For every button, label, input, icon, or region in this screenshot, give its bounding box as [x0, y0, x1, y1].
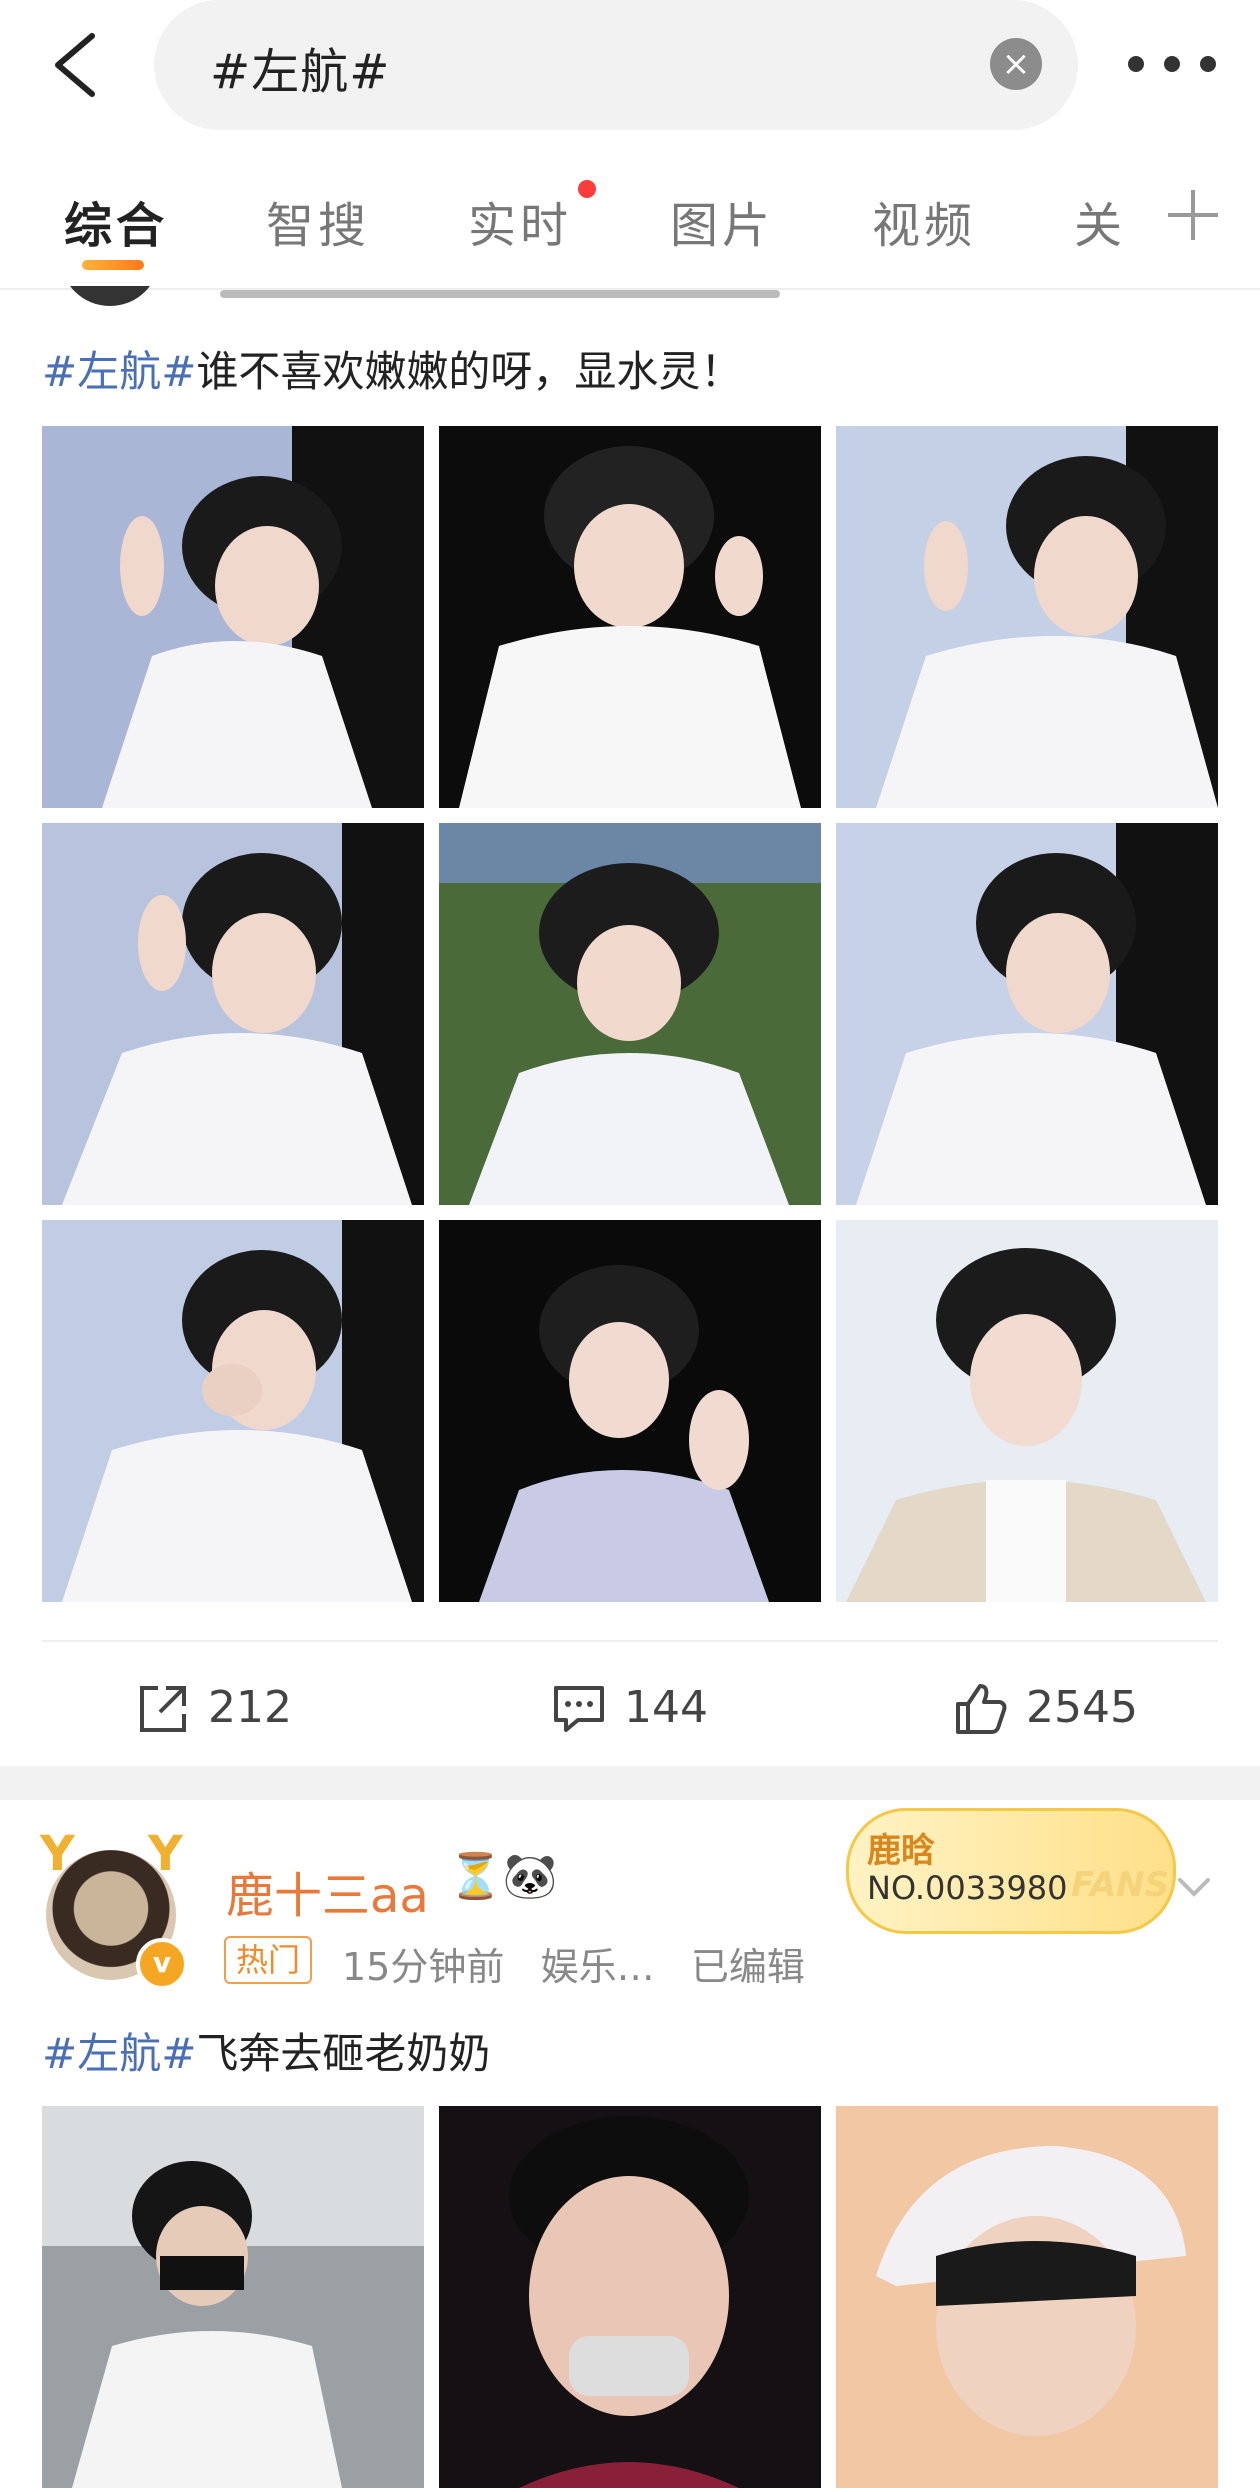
comment-button[interactable]: 144	[552, 1656, 772, 1756]
comment-count: 144	[624, 1682, 708, 1733]
tab-realtime[interactable]: 实时	[468, 186, 572, 256]
clear-icon[interactable]: ×	[990, 38, 1042, 90]
photo-thumbnail[interactable]	[836, 1220, 1218, 1602]
repost-count: 212	[208, 1682, 292, 1733]
fans-badge-number: NO.0033980	[867, 1869, 1068, 1907]
tab-active-indicator	[82, 260, 144, 270]
photo-thumbnail[interactable]	[439, 1220, 821, 1602]
add-tab-icon[interactable]	[1168, 190, 1218, 240]
hashtag-link[interactable]: #左航#	[42, 2029, 196, 2078]
edited-label: 已编辑	[690, 1945, 805, 1989]
like-count: 2545	[1026, 1682, 1138, 1733]
username-emojis: ⏳🐼	[448, 1851, 558, 1902]
post-time: 15分钟前	[342, 1945, 505, 1989]
like-button[interactable]: 2545	[954, 1656, 1194, 1756]
photo-thumbnail[interactable]	[439, 426, 821, 808]
post-text: #左航#飞奔去砸老奶奶	[42, 2020, 490, 2081]
fans-badge-name: 鹿晗	[867, 1831, 935, 1871]
hot-badge: 热门	[224, 1936, 313, 1984]
fans-badge-tag: FANS	[1071, 1865, 1170, 1905]
photo-thumbnail[interactable]	[42, 426, 424, 808]
photo-thumbnail[interactable]	[836, 426, 1218, 808]
repost-icon	[140, 1686, 186, 1732]
comment-icon	[554, 1686, 604, 1732]
notification-dot	[578, 180, 596, 198]
photo-thumbnail[interactable]	[836, 2106, 1218, 2488]
thumbs-up-icon	[956, 1684, 1007, 1734]
photo-thumbnail[interactable]	[42, 1220, 424, 1602]
post-meta	[220, 288, 820, 300]
chevron-down-icon[interactable]	[1174, 1868, 1214, 1908]
photo-thumbnail[interactable]	[42, 823, 424, 1205]
back-icon[interactable]	[48, 30, 108, 100]
post-separator	[0, 1766, 1260, 1800]
divider	[42, 1640, 1218, 1642]
post-actions: 212 144 2545	[0, 1656, 1260, 1756]
tab-smart-search[interactable]: 智搜	[266, 186, 370, 256]
post-text: #左航#谁不喜欢嫩嫩的呀，显水灵！	[42, 338, 742, 399]
tab-follow[interactable]: 关	[1074, 186, 1126, 256]
fans-badge[interactable]: 鹿晗 NO.0033980 FANS	[846, 1808, 1176, 1934]
username[interactable]: 鹿十三aa	[226, 1856, 429, 1926]
avatar[interactable]	[48, 286, 188, 308]
photo-thumbnail[interactable]	[439, 2106, 821, 2488]
tab-videos[interactable]: 视频	[872, 186, 976, 256]
tab-pictures[interactable]: 图片	[670, 186, 774, 256]
post-body: 谁不喜欢嫩嫩的呀，显水灵！	[196, 347, 743, 396]
search-query: #左航#	[210, 44, 391, 100]
more-icon[interactable]	[1120, 42, 1224, 86]
post-source: 娱乐…	[540, 1945, 655, 1989]
hashtag-link[interactable]: #左航#	[42, 347, 196, 396]
search-input[interactable]: #左航# ×	[154, 0, 1078, 130]
tab-bar: 综合 智搜 实时 图片 视频 关	[0, 150, 1260, 290]
photo-thumbnail[interactable]	[836, 823, 1218, 1205]
post-body: 飞奔去砸老奶奶	[196, 2029, 491, 2078]
photo-thumbnail[interactable]	[42, 2106, 424, 2488]
verified-badge-icon: v	[136, 1938, 188, 1990]
tab-comprehensive[interactable]: 综合	[64, 186, 168, 256]
post-meta: 15分钟前 娱乐… 已编辑	[342, 1936, 805, 1991]
search-header: #左航# ×	[0, 0, 1260, 150]
photo-thumbnail[interactable]	[439, 823, 821, 1205]
repost-button[interactable]: 212	[136, 1656, 356, 1756]
